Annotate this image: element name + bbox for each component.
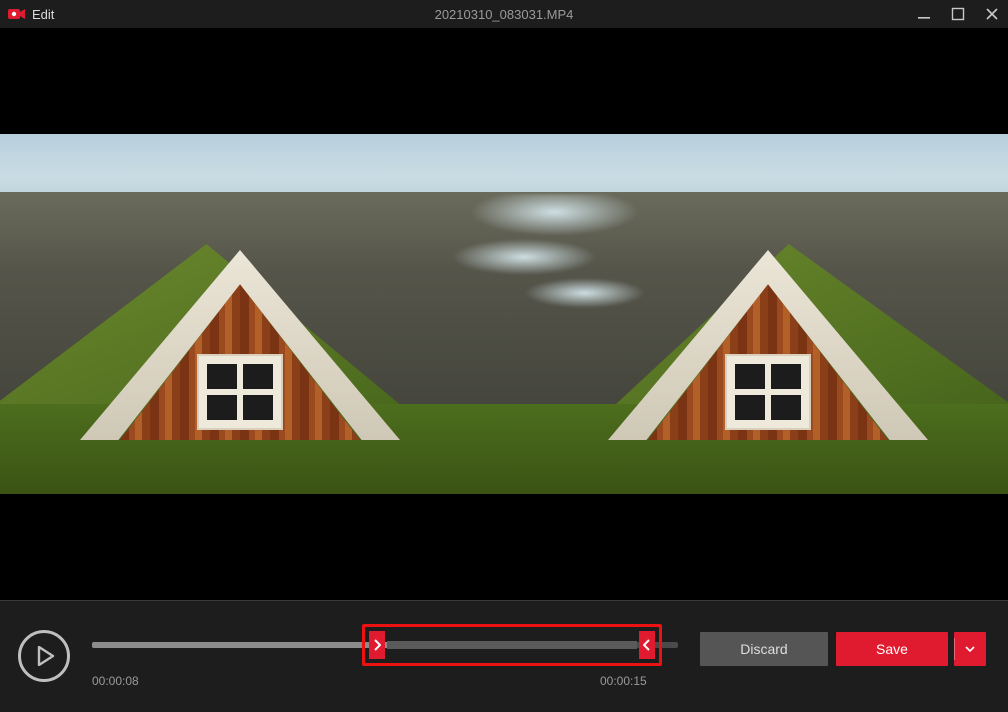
video-preview[interactable]	[0, 28, 1008, 600]
scene-house-right	[608, 250, 928, 440]
video-frame	[0, 134, 1008, 494]
close-button[interactable]	[984, 6, 1000, 22]
trim-selection-highlight	[362, 624, 662, 666]
save-button[interactable]: Save	[836, 632, 948, 666]
scene-house-left	[80, 250, 400, 440]
window-controls	[916, 6, 1000, 22]
maximize-button[interactable]	[950, 6, 966, 22]
minimize-button[interactable]	[916, 6, 932, 22]
total-time-label: 00:00:15	[600, 674, 647, 688]
trim-track[interactable]	[387, 641, 637, 649]
filename-label: 20210310_083031.MP4	[0, 7, 1008, 22]
caret-down-icon	[965, 646, 975, 652]
controls-bar: 00:00:08 00:00:15 Discard Save	[0, 600, 1008, 712]
trim-end-handle[interactable]	[639, 631, 655, 659]
play-button[interactable]	[18, 630, 70, 682]
current-time-label: 00:00:08	[92, 674, 139, 688]
discard-button[interactable]: Discard	[700, 632, 828, 666]
trim-start-handle[interactable]	[369, 631, 385, 659]
app-recorder-icon	[8, 7, 26, 21]
titlebar: Edit 20210310_083031.MP4	[0, 0, 1008, 28]
save-dropdown-button[interactable]	[954, 632, 986, 666]
app-mode-label: Edit	[32, 7, 54, 22]
progress-fill	[92, 642, 397, 648]
